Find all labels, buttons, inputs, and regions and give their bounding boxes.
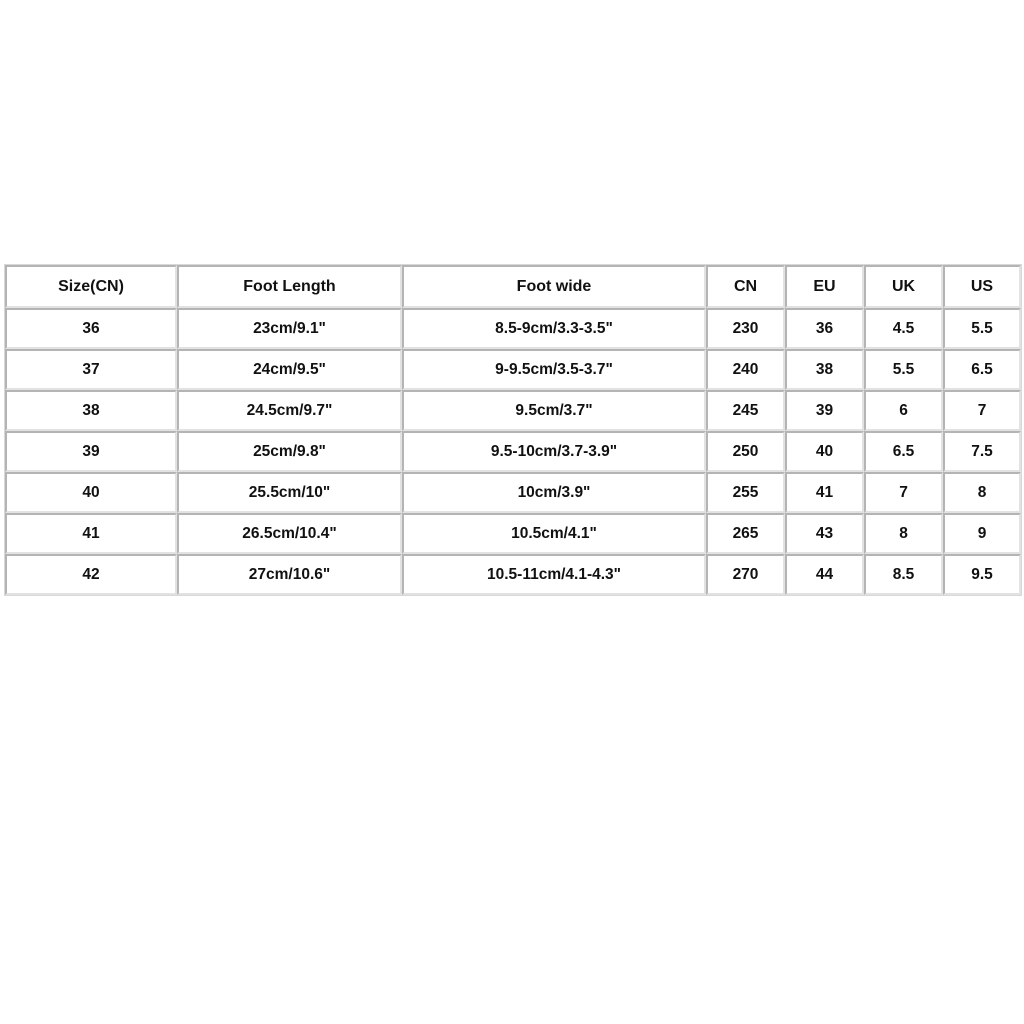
column-header-eu: EU: [785, 265, 864, 308]
cell-eu: 39: [785, 390, 864, 431]
cell-eu: 38: [785, 349, 864, 390]
column-header-cn: CN: [706, 265, 785, 308]
column-header-uk: UK: [864, 265, 943, 308]
cell-foot_length: 25.5cm/10": [177, 472, 402, 513]
column-header-foot_length: Foot Length: [177, 265, 402, 308]
cell-eu: 40: [785, 431, 864, 472]
cell-foot_wide: 10.5-11cm/4.1-4.3": [402, 554, 706, 595]
cell-us: 8: [943, 472, 1021, 513]
table-row: 37 24cm/9.5" 9-9.5cm/3.5-3.7" 240 38 5.5 6.5: [5, 349, 1021, 390]
cell-size_cn: 42: [5, 554, 177, 595]
table-row: 38 24.5cm/9.7" 9.5cm/3.7" 245 39 6 7: [5, 390, 1021, 431]
cell-foot_wide: 8.5-9cm/3.3-3.5": [402, 308, 706, 349]
cell-foot_length: 24cm/9.5": [177, 349, 402, 390]
size-chart-container: Size(CN) Foot Length Foot wide CN EU UK US 36 23…: [4, 264, 1022, 596]
cell-eu: 43: [785, 513, 864, 554]
cell-eu: 44: [785, 554, 864, 595]
cell-cn: 245: [706, 390, 785, 431]
page-root: Size(CN) Foot Length Foot wide CN EU UK US 36 23…: [0, 0, 1024, 1024]
cell-uk: 6.5: [864, 431, 943, 472]
cell-foot_length: 26.5cm/10.4": [177, 513, 402, 554]
cell-cn: 250: [706, 431, 785, 472]
cell-eu: 36: [785, 308, 864, 349]
cell-foot_length: 25cm/9.8": [177, 431, 402, 472]
cell-cn: 255: [706, 472, 785, 513]
cell-cn: 230: [706, 308, 785, 349]
table-header-row: Size(CN) Foot Length Foot wide CN EU UK US: [5, 265, 1021, 308]
cell-uk: 8.5: [864, 554, 943, 595]
cell-foot_wide: 9.5-10cm/3.7-3.9": [402, 431, 706, 472]
cell-size_cn: 36: [5, 308, 177, 349]
cell-foot_length: 27cm/10.6": [177, 554, 402, 595]
cell-us: 7.5: [943, 431, 1021, 472]
cell-foot_length: 24.5cm/9.7": [177, 390, 402, 431]
cell-uk: 5.5: [864, 349, 943, 390]
cell-size_cn: 41: [5, 513, 177, 554]
size-chart-body: Size(CN) Foot Length Foot wide CN EU UK US 36 23…: [5, 265, 1021, 595]
cell-foot_wide: 10.5cm/4.1": [402, 513, 706, 554]
cell-us: 7: [943, 390, 1021, 431]
cell-us: 5.5: [943, 308, 1021, 349]
cell-foot_length: 23cm/9.1": [177, 308, 402, 349]
column-header-foot_wide: Foot wide: [402, 265, 706, 308]
cell-eu: 41: [785, 472, 864, 513]
table-row: 41 26.5cm/10.4" 10.5cm/4.1" 265 43 8 9: [5, 513, 1021, 554]
cell-foot_wide: 9-9.5cm/3.5-3.7": [402, 349, 706, 390]
column-header-us: US: [943, 265, 1021, 308]
size-conversion-table: Size(CN) Foot Length Foot wide CN EU UK US 36 23…: [4, 264, 1022, 596]
cell-size_cn: 37: [5, 349, 177, 390]
cell-size_cn: 39: [5, 431, 177, 472]
cell-cn: 270: [706, 554, 785, 595]
cell-foot_wide: 10cm/3.9": [402, 472, 706, 513]
cell-us: 9.5: [943, 554, 1021, 595]
column-header-size_cn: Size(CN): [5, 265, 177, 308]
cell-foot_wide: 9.5cm/3.7": [402, 390, 706, 431]
cell-uk: 7: [864, 472, 943, 513]
table-row: 42 27cm/10.6" 10.5-11cm/4.1-4.3" 270 44 8.5 9.…: [5, 554, 1021, 595]
cell-cn: 240: [706, 349, 785, 390]
cell-uk: 6: [864, 390, 943, 431]
table-row: 36 23cm/9.1" 8.5-9cm/3.3-3.5" 230 36 4.5 5.5: [5, 308, 1021, 349]
cell-uk: 4.5: [864, 308, 943, 349]
cell-size_cn: 40: [5, 472, 177, 513]
cell-size_cn: 38: [5, 390, 177, 431]
cell-us: 6.5: [943, 349, 1021, 390]
cell-cn: 265: [706, 513, 785, 554]
cell-uk: 8: [864, 513, 943, 554]
cell-us: 9: [943, 513, 1021, 554]
table-row: 40 25.5cm/10" 10cm/3.9" 255 41 7 8: [5, 472, 1021, 513]
table-row: 39 25cm/9.8" 9.5-10cm/3.7-3.9" 250 40 6.5 7.5: [5, 431, 1021, 472]
